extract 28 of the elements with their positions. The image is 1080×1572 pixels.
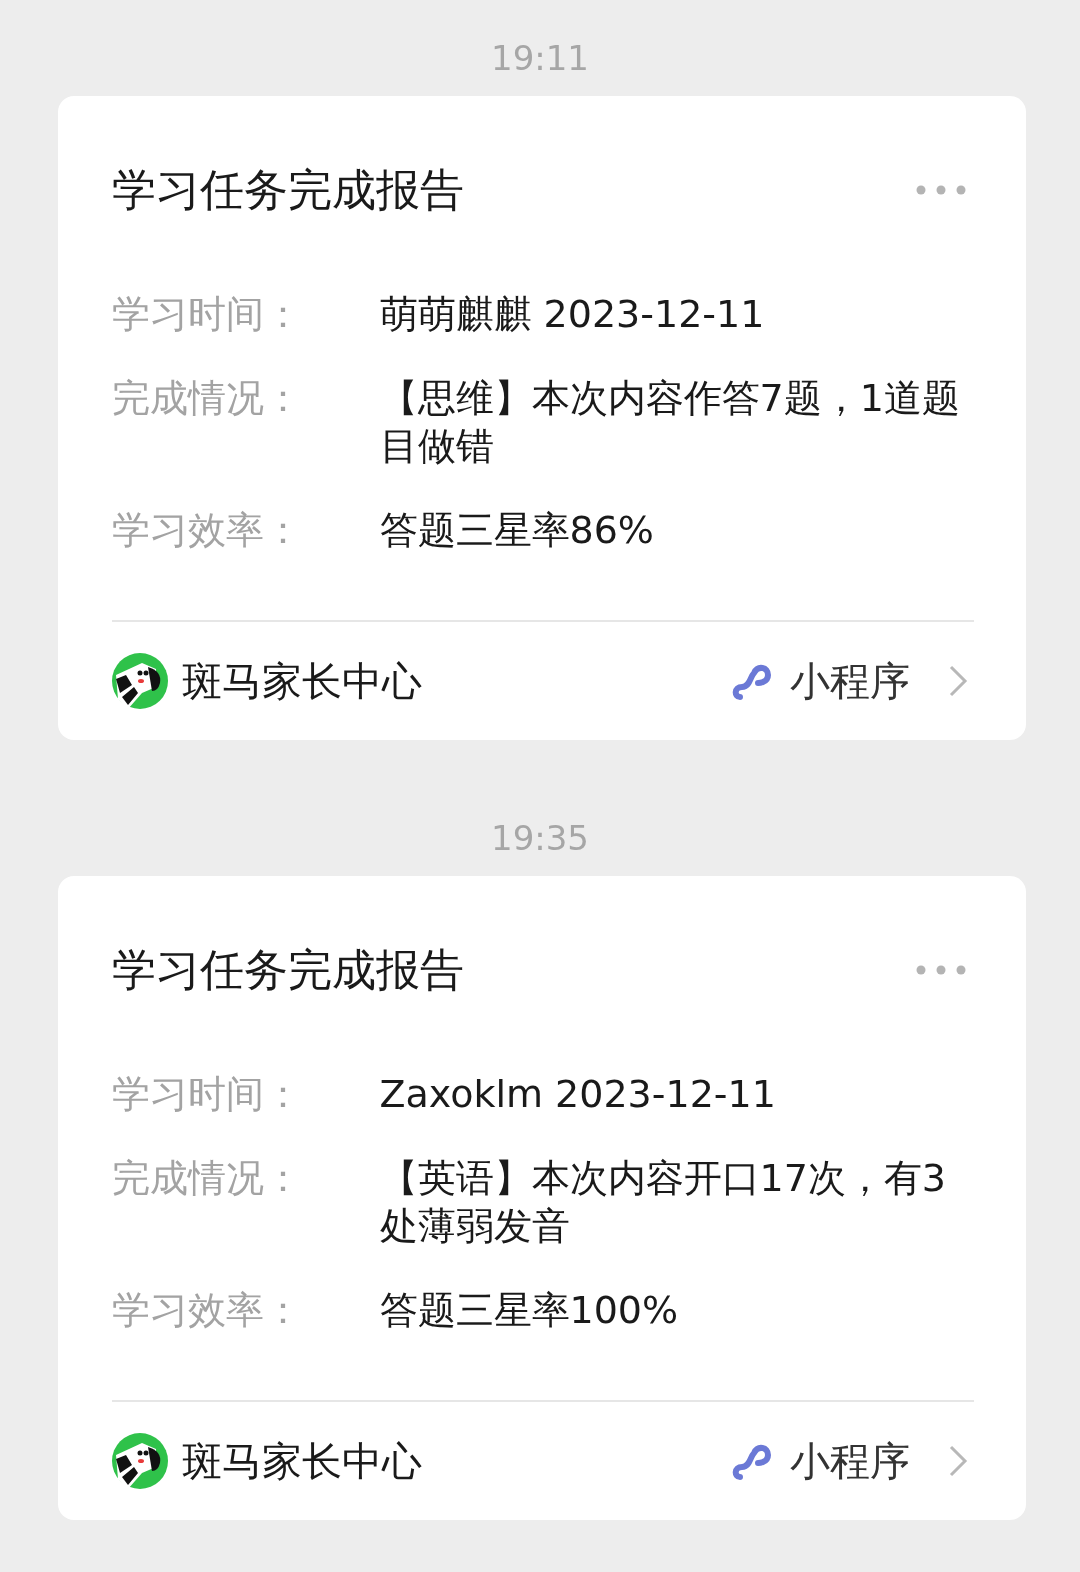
chevron-icon[interactable]: [947, 664, 968, 698]
timestamp: 19:11: [491, 37, 589, 80]
mini-program-label: 小程序: [789, 1436, 910, 1486]
field-value: Zaxoklm 2023-12-11: [379, 1071, 777, 1118]
field-value: 【思维】本次内容作答7题，1道题目做错: [379, 375, 961, 470]
app-name: 斑马家长中心: [181, 1436, 423, 1486]
zebra-logo-icon: [111, 1433, 168, 1489]
app-name: 斑马家长中心: [181, 656, 423, 706]
more-icon[interactable]: [915, 185, 966, 195]
card-title: 学习任务完成报告: [111, 162, 464, 217]
field-label: 学习时间：: [111, 291, 303, 338]
zebra-logo-icon: [111, 653, 168, 709]
card-title: 学习任务完成报告: [111, 942, 464, 997]
more-icon[interactable]: [915, 965, 966, 975]
field-label: 完成情况：: [111, 1155, 303, 1202]
field-label: 学习效率：: [111, 507, 303, 554]
field-value: 答题三星率100%: [379, 1287, 680, 1334]
field-value: 答题三星率86%: [379, 507, 655, 554]
field-value: 萌萌麒麒 2023-12-11: [379, 291, 766, 338]
field-label: 学习效率：: [111, 1287, 303, 1334]
field-value: 【英语】本次内容开口17次，有3处薄弱发音: [379, 1155, 948, 1250]
message-card[interactable]: 学习任务完成报告 学习时间： Zaxoklm 2023-12-11 完成情况： 【英语】本次内容开口17次，有3处薄弱发音 学习效率： 答题三星率100% 斑马家长中心 小程序: [57, 876, 1026, 1520]
mini-program-label: 小程序: [789, 656, 910, 706]
field-label: 学习时间：: [111, 1071, 303, 1118]
timestamp: 19:35: [491, 817, 589, 860]
chevron-icon[interactable]: [947, 1444, 968, 1478]
message-card[interactable]: 学习任务完成报告 学习时间： 萌萌麒麒 2023-12-11 完成情况： 【思维】本次内容作答7题，1道题目做错 学习效率： 答题三星率86% 斑马家长中心 小程序: [57, 96, 1026, 740]
field-label: 完成情况：: [111, 375, 303, 422]
